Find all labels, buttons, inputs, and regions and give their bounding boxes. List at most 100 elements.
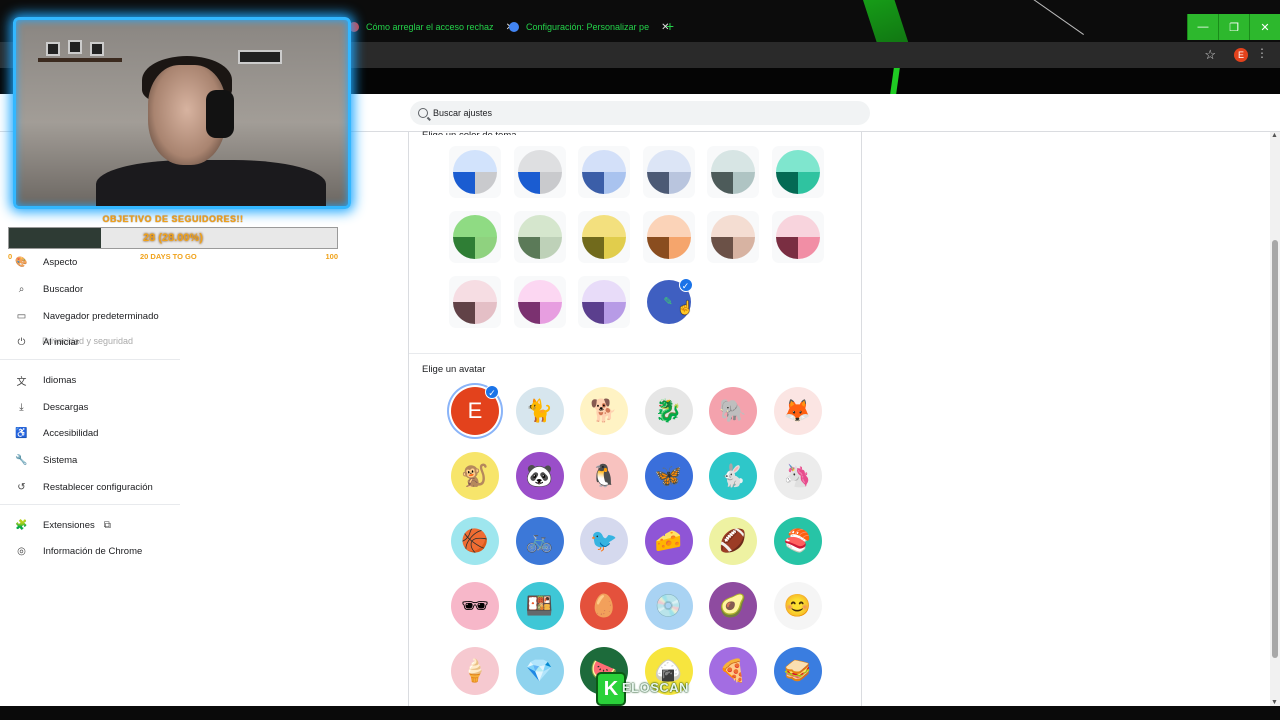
sidebar-item-accesibilidad[interactable]: ♿ Accesibilidad — [0, 420, 180, 446]
avatar-illustration: 🦄 — [783, 463, 812, 488]
swatch-segment — [711, 215, 755, 237]
swatch-segment — [711, 237, 733, 259]
avatar-bird[interactable]: 🐦 — [580, 517, 628, 565]
avatar-illustration: 🥑 — [719, 593, 747, 618]
theme-color-option[interactable] — [578, 276, 630, 328]
sidebar-item-extensiones[interactable]: 🧩 Extensiones ⧉ — [0, 512, 180, 538]
theme-color-swatch — [646, 150, 691, 194]
streamer-logo: K ELOSCAN — [598, 674, 694, 704]
avatar-elephant[interactable]: 🐘 — [709, 387, 757, 435]
swatch-segment — [711, 172, 733, 194]
theme-color-swatch — [775, 215, 820, 259]
webcam-overlay — [13, 17, 351, 209]
avatar-sandwich[interactable]: 🥪 — [773, 647, 822, 695]
swatch-segment — [517, 302, 540, 324]
scroll-up-arrow-icon[interactable]: ▲ — [1271, 132, 1278, 139]
swatch-segment — [797, 172, 820, 194]
swatch-segment — [517, 172, 540, 194]
avatar-unicorn[interactable]: 🦄 — [773, 452, 822, 500]
avatar-dragon[interactable]: 🐉 — [644, 387, 693, 435]
avatar-rabbit[interactable]: 🐇 — [709, 452, 757, 500]
swatch-segment — [517, 215, 562, 237]
swatch-segment — [475, 237, 497, 259]
close-window-button[interactable]: ✕ — [1249, 14, 1280, 40]
avatar-sunglasses[interactable]: 🕶 — [451, 582, 499, 630]
avatar-cheese[interactable]: 🧀 — [644, 517, 693, 565]
swatch-segment — [775, 215, 820, 237]
avatar-pizza[interactable]: 🍕 — [709, 647, 757, 695]
swatch-segment — [646, 150, 691, 172]
restore-button[interactable]: ❐ — [1218, 14, 1249, 40]
theme-color-option[interactable] — [707, 146, 759, 198]
scroll-thumb[interactable] — [1272, 240, 1278, 658]
theme-color-option[interactable] — [513, 276, 566, 328]
swatch-segment — [517, 237, 540, 259]
theme-color-option[interactable] — [642, 146, 695, 198]
avatar-sushi[interactable]: 🍱 — [515, 582, 564, 630]
avatar-butterfly[interactable]: 🦋 — [644, 452, 693, 500]
sidebar-item-buscador[interactable]: ⌕ Buscador — [0, 276, 180, 302]
theme-color-option[interactable] — [449, 211, 501, 263]
minimize-button[interactable]: — — [1187, 14, 1218, 40]
settings-search-input[interactable]: Buscar ajustes — [410, 101, 870, 125]
tab-como-arreglar[interactable]: Cómo arreglar el acceso rechaz ✕ — [349, 14, 514, 40]
theme-color-option[interactable] — [513, 146, 566, 198]
avatar-basketball[interactable]: 🏀 — [451, 517, 499, 565]
scroll-down-arrow-icon[interactable]: ▼ — [1271, 699, 1278, 706]
sidebar-item-sistema[interactable]: 🔧 Sistema — [0, 447, 180, 473]
translate-icon: 文 — [16, 376, 27, 388]
avatar-diamond[interactable]: 💎 — [515, 647, 564, 695]
swatch-segment — [604, 237, 626, 259]
avatar-monkey[interactable]: 🐒 — [451, 452, 499, 500]
page-scrollbar[interactable]: ▲ ▼ — [1270, 132, 1280, 706]
swatch-segment — [604, 302, 626, 324]
avatar-panda[interactable]: 🐼 — [515, 452, 564, 500]
sidebar-item-label: Navegador predeterminado — [43, 310, 159, 322]
avatar-penguin[interactable]: 🐧 — [580, 452, 628, 500]
avatar-bicycle[interactable]: 🚲 — [515, 517, 564, 565]
avatar-cat[interactable]: 🐈 — [515, 387, 564, 435]
theme-color-option[interactable] — [642, 211, 695, 263]
tab-title: Configuración: Personalizar pe — [526, 22, 650, 32]
theme-color-option[interactable] — [578, 211, 630, 263]
theme-color-option[interactable] — [771, 146, 824, 198]
theme-color-option[interactable] — [513, 211, 566, 263]
avatar-sushi-plate[interactable]: 🍣 — [773, 517, 822, 565]
sidebar-item-navegador-predeterminado[interactable]: ▭ Navegador predeterminado — [0, 303, 180, 329]
theme-color-option[interactable] — [707, 211, 759, 263]
avatar-ice-cream[interactable]: 🍦 — [451, 647, 499, 695]
swatch-segment — [582, 237, 604, 259]
sidebar-item-descargas[interactable]: ⤓ Descargas — [0, 394, 180, 420]
tab-configuracion[interactable]: Configuración: Personalizar pe ✕ — [509, 14, 669, 40]
goal-days-left: 20 DAYS TO GO — [140, 252, 197, 261]
wallpaper-line — [1026, 0, 1084, 35]
avatar-smile[interactable]: 😊 — [773, 582, 822, 630]
avatar-corgi[interactable]: 🐕 — [580, 387, 628, 435]
avatar-illustration: 😊 — [783, 593, 812, 618]
sidebar-item-restablecer[interactable]: ↺ Restablecer configuración — [0, 474, 180, 500]
webcam-photo-frame — [90, 42, 104, 56]
profile-avatar-button[interactable]: E — [1234, 48, 1248, 62]
theme-color-option[interactable] — [578, 146, 630, 198]
swatch-segment — [475, 302, 497, 324]
theme-color-option[interactable] — [449, 276, 501, 328]
swatch-segment — [453, 302, 475, 324]
sidebar-item-informacion-chrome[interactable]: ◎ Información de Chrome — [0, 538, 180, 564]
avatar-fox[interactable]: 🦊 — [773, 387, 822, 435]
selected-check-icon: ✓ — [678, 278, 693, 292]
sidebar-item-al-iniciar[interactable]: ⏻ Al iniciar — [0, 329, 180, 355]
avatar-avocado[interactable]: 🥑 — [709, 582, 757, 630]
new-tab-button[interactable]: + — [662, 19, 678, 35]
sidebar-item-label: Buscador — [43, 283, 84, 295]
theme-color-option[interactable] — [449, 146, 501, 198]
avatar-football[interactable]: 🏈 — [709, 517, 757, 565]
bookmark-star-icon[interactable]: ☆ — [1204, 47, 1216, 63]
avatar-vinyl[interactable]: 💿 — [644, 582, 693, 630]
appearance-card: Elige un color de tema ✎ ✓ ☝ Elige un ava… — [408, 130, 862, 706]
avatar-tamagotchi[interactable]: 🥚 — [580, 582, 628, 630]
theme-color-swatch — [582, 150, 626, 194]
swatch-segment — [453, 280, 497, 302]
browser-menu-icon[interactable]: ⋮ — [1256, 46, 1268, 60]
sidebar-item-idiomas[interactable]: 文 Idiomas — [0, 367, 180, 393]
theme-color-option[interactable] — [771, 211, 824, 263]
